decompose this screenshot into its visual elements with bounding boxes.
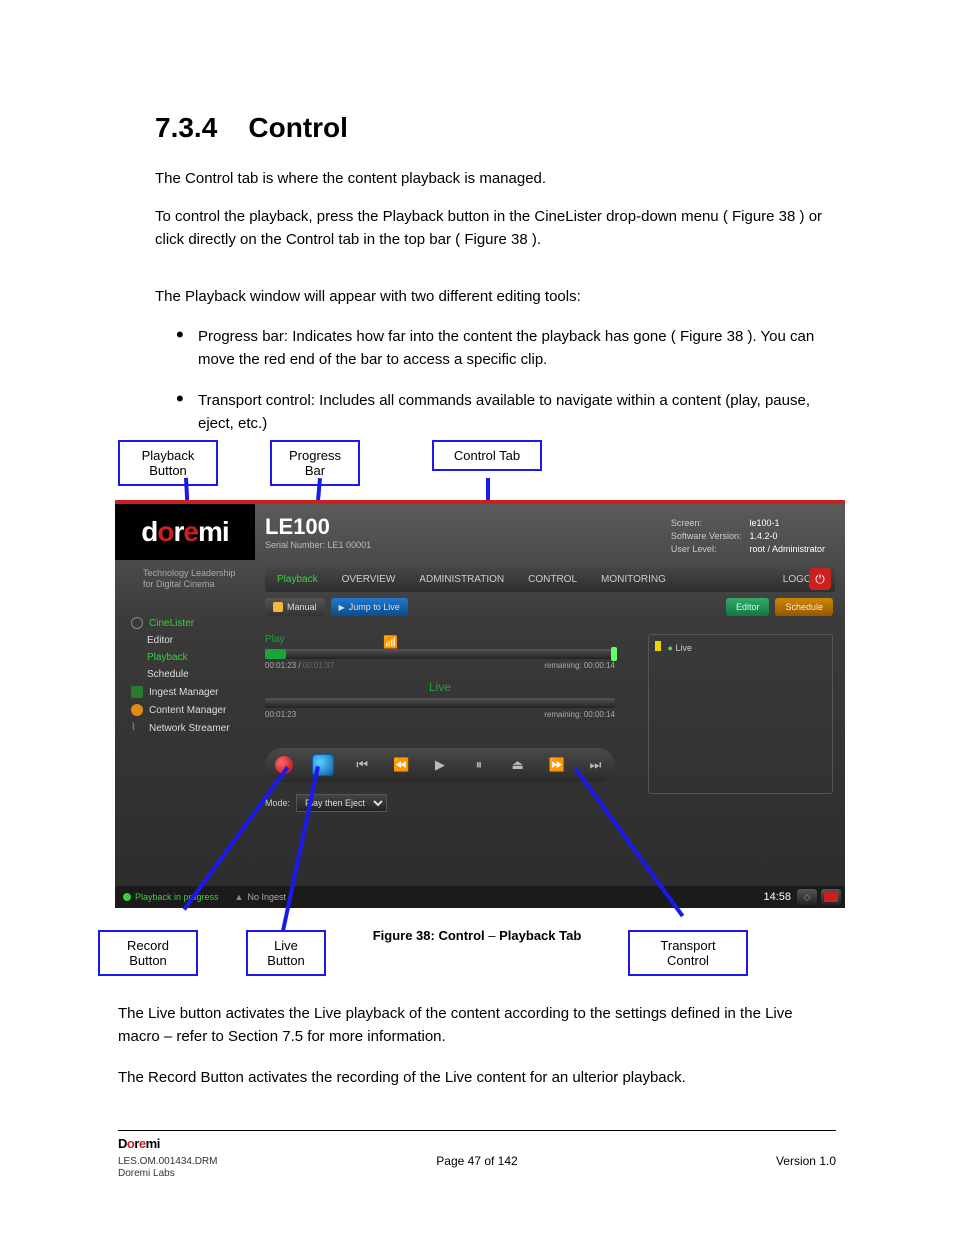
play-arrow-icon: [339, 602, 345, 612]
schedule-chip[interactable]: Schedule: [775, 598, 833, 616]
progress-fill: [265, 649, 286, 659]
section-number: 7.3.4: [155, 112, 217, 143]
status-badge: [655, 641, 661, 651]
callout-playback: Playback Button: [118, 440, 218, 486]
bullet-1: Progress bar: Indicates how far into the…: [198, 326, 836, 371]
rewind-button[interactable]: ⏪: [388, 752, 414, 778]
main-tabbar: Playback OVERVIEW ADMINISTRATION CONTROL…: [265, 566, 835, 592]
tab-control[interactable]: CONTROL: [516, 574, 589, 585]
tray-button-2[interactable]: [821, 889, 841, 905]
status-playback: Playback in progress: [115, 892, 227, 902]
lock-icon: [273, 602, 283, 612]
figure-ref: Figure 38: [732, 208, 795, 225]
skip-back-button[interactable]: ⏮: [349, 752, 375, 778]
section-ref: 7.5: [282, 1028, 303, 1045]
model-name: LE100: [265, 514, 371, 540]
intro-paragraph: The Control tab is where the content pla…: [155, 168, 836, 191]
tab-playback[interactable]: Playback: [265, 574, 330, 585]
nav-schedule[interactable]: Schedule: [125, 666, 236, 683]
pause-button[interactable]: ⏸: [466, 752, 492, 778]
progress-thumb[interactable]: [611, 647, 617, 661]
power-icon: ⏻: [815, 572, 825, 587]
gear-icon: [131, 704, 143, 716]
figure-ref: Figure 38: [464, 231, 527, 248]
status-bar: Playback in progress ▲ No Ingest 14:58 ◇: [115, 886, 845, 908]
post-paragraph-1: The Live button activates the Live playb…: [118, 1002, 836, 1049]
figure-ref: Figure 38: [680, 328, 743, 345]
nav-content[interactable]: Content Manager: [125, 701, 236, 719]
bullet-dot: •: [176, 386, 184, 412]
status-ingest: ▲ No Ingest: [227, 892, 294, 902]
playback-panel: Play 📶 00:01:23 / 00:01:37 remaining: 00…: [265, 634, 615, 719]
figure-caption: Figure 38: Control – Playback Tab: [0, 928, 954, 943]
footer-logo: Doremi: [118, 1136, 160, 1151]
subtoolbar: Manual Jump to Live: [265, 598, 408, 616]
mode-label: Mode:: [265, 798, 290, 808]
ffwd-icon: ⏩: [548, 757, 564, 773]
post-paragraph-2: The Record Button activates the recordin…: [118, 1066, 836, 1089]
nav-ingest[interactable]: Ingest Manager: [125, 683, 236, 701]
pause-icon: ⏸: [476, 757, 483, 773]
rss-icon: ⁠⌇: [131, 722, 143, 734]
tab-overview[interactable]: OVERVIEW: [330, 574, 408, 585]
bullet-2: Transport control: Includes all commands…: [198, 390, 836, 435]
mode-chips: Editor Schedule: [726, 598, 833, 616]
skip-fwd-button[interactable]: ⏭: [582, 752, 608, 778]
live-label: Live: [265, 680, 615, 694]
live-times: 00:01:23 remaining: 00:00:14: [265, 710, 615, 719]
skip-back-icon: ⏮: [356, 757, 368, 773]
callout-progress: Progress Bar: [270, 440, 360, 486]
app-screenshot: doremi LE100 Serial Number: LE1 00001 Sc…: [115, 500, 845, 908]
nav-cinelister[interactable]: CineLister: [125, 614, 236, 632]
section-title: Control: [248, 112, 348, 143]
live-list-item[interactable]: ● Live: [655, 641, 826, 653]
bullet-dot: •: [176, 322, 184, 348]
tab-administration[interactable]: ADMINISTRATION: [407, 574, 516, 585]
footer-rule: [118, 1130, 836, 1131]
skip-fwd-icon: ⏭: [590, 757, 602, 773]
clock: 14:58: [763, 891, 797, 903]
signal-icon: 📶: [383, 635, 398, 649]
serial-line: Serial Number: LE1 00001: [265, 540, 371, 550]
bullet-icon: ●: [668, 643, 673, 653]
play-button[interactable]: ▶: [427, 752, 453, 778]
howto-paragraph: To control the playback, press the Playb…: [155, 206, 836, 251]
progress-bar-live[interactable]: [265, 698, 615, 708]
rewind-icon: ⏪: [393, 757, 409, 773]
system-info: Screen:le100-1 Software Version:1.4.2-0 …: [669, 516, 833, 557]
doremi-wordmark: doremi: [141, 516, 228, 548]
tagline: Technology Leadership for Digital Cinema: [143, 568, 236, 590]
warning-icon: ▲: [235, 892, 244, 902]
ingest-icon: [131, 686, 143, 698]
power-button[interactable]: ⏻: [809, 568, 831, 590]
callout-control: Control Tab: [432, 440, 542, 471]
person-icon: ◇: [804, 892, 811, 903]
tray-button-1[interactable]: ◇: [797, 889, 817, 905]
live-list-panel: ● Live: [648, 634, 833, 794]
eject-button[interactable]: ⏏: [505, 752, 531, 778]
mode-row: Mode: Play then Eject: [265, 794, 387, 812]
editor-chip[interactable]: Editor: [726, 598, 770, 616]
footer-version: Version 1.0: [776, 1154, 836, 1168]
nav-editor[interactable]: Editor: [125, 632, 236, 649]
ffwd-button[interactable]: ⏩: [544, 752, 570, 778]
tools-intro: The Playback window will appear with two…: [155, 286, 836, 309]
jump-to-live-button[interactable]: Jump to Live: [331, 598, 408, 616]
side-nav: CineLister Editor Playback Schedule Inge…: [125, 614, 236, 737]
status-dot-icon: [123, 893, 131, 901]
nav-playback[interactable]: Playback: [125, 649, 236, 666]
play-label: Play: [265, 634, 615, 645]
section-heading: 7.3.4 Control: [155, 112, 348, 144]
model-block: LE100 Serial Number: LE1 00001: [265, 514, 371, 550]
eject-icon: ⏏: [512, 757, 524, 773]
progress-bar-play[interactable]: 📶: [265, 649, 615, 659]
tab-monitoring[interactable]: MONITORING: [589, 574, 678, 585]
play-icon: ▶: [435, 757, 445, 773]
brand-logo: doremi: [115, 504, 255, 560]
manual-toggle[interactable]: Manual: [265, 598, 325, 616]
disc-icon: [131, 617, 143, 629]
play-times: 00:01:23 / 00:01:37 remaining: 00:00:14: [265, 661, 615, 670]
nav-network[interactable]: ⁠⌇ Network Streamer: [125, 719, 236, 737]
flag-icon: [824, 892, 838, 902]
